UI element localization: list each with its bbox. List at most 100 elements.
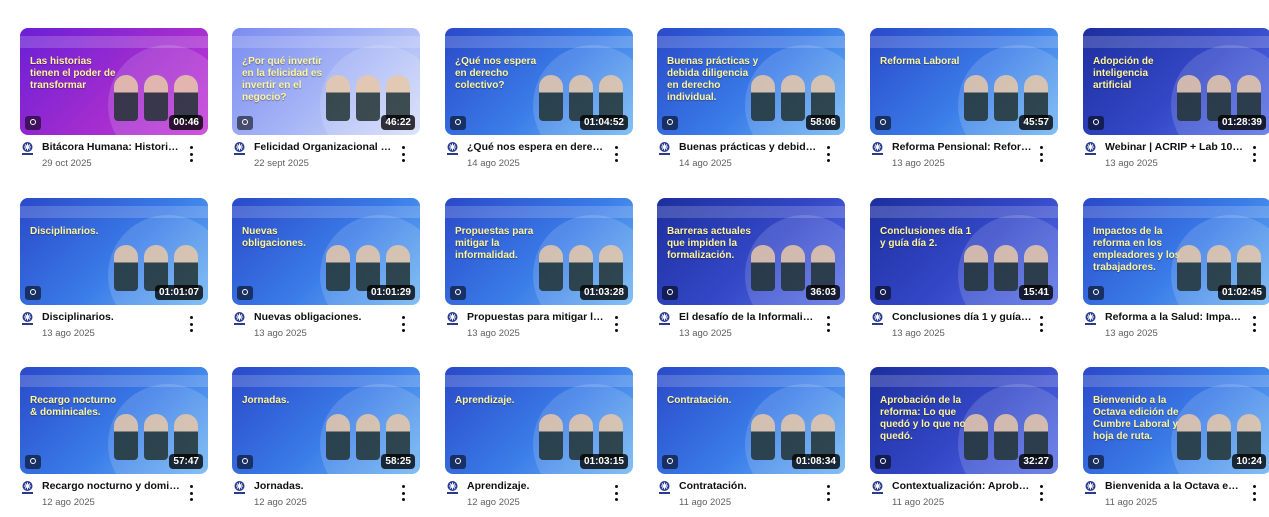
thumbnail-headline: ¿Qué nos espera en derecho colectivo? [455, 56, 537, 91]
channel-logo-icon[interactable] [870, 311, 885, 326]
more-options-icon[interactable] [186, 146, 196, 162]
video-title[interactable]: Nuevas obligaciones. [254, 311, 394, 324]
video-thumbnail[interactable]: Jornadas. 58:25 [232, 367, 420, 474]
video-card[interactable]: Aprobación de la reforma: Lo que quedó y… [870, 367, 1058, 517]
more-dot [826, 322, 830, 326]
video-card[interactable]: Recargo nocturno & dominicales. 57:47 Reca… [20, 367, 208, 517]
video-thumbnail[interactable]: Contratación. 01:08:34 [657, 367, 845, 474]
video-card[interactable]: Aprendizaje. 01:03:15 Aprendizaje. 12 ago 2… [445, 367, 633, 517]
video-thumbnail[interactable]: Buenas prácticas y debida diligencia en … [657, 28, 845, 135]
video-title[interactable]: Contextualización: Aproba... [892, 480, 1032, 493]
channel-logo-icon[interactable] [232, 141, 247, 156]
video-card[interactable]: ¿Qué nos espera en derecho colectivo? 01:… [445, 28, 633, 178]
more-options-icon[interactable] [1249, 146, 1259, 162]
video-card[interactable]: Conclusiones día 1 y guía día 2. 15:41 Con… [870, 198, 1058, 348]
video-card[interactable]: Bienvenido a la Octava edición de Cumbre… [1083, 367, 1269, 517]
video-title[interactable]: Bienvenida a la Octava edi... [1105, 480, 1245, 493]
channel-logo-icon[interactable] [20, 480, 35, 495]
channel-logo-icon[interactable] [657, 141, 672, 156]
video-thumbnail[interactable]: Impactos de la reforma en los empleadore… [1083, 198, 1269, 305]
more-options-icon[interactable] [823, 316, 833, 332]
video-card[interactable]: Propuestas para mitigar la informalidad.… [445, 198, 633, 348]
video-card[interactable]: Contratación. 01:08:34 Contratación. 11 ago… [657, 367, 845, 517]
video-title[interactable]: Felicidad Organizacional 2... [254, 141, 394, 154]
speaker-figure [781, 75, 805, 121]
more-options-icon[interactable] [1036, 485, 1046, 501]
video-title[interactable]: Disciplinarios. [42, 311, 182, 324]
more-dot [1039, 491, 1043, 495]
video-thumbnail[interactable]: Aprendizaje. 01:03:15 [445, 367, 633, 474]
video-thumbnail[interactable]: Conclusiones día 1 y guía día 2. 15:41 [870, 198, 1058, 305]
more-options-icon[interactable] [398, 316, 408, 332]
video-card[interactable]: ¿Por qué invertir en la felicidad es inv… [232, 28, 420, 178]
video-thumbnail[interactable]: Disciplinarios. 01:01:07 [20, 198, 208, 305]
more-options-icon[interactable] [186, 485, 196, 501]
video-thumbnail[interactable]: Recargo nocturno & dominicales. 57:47 [20, 367, 208, 474]
video-title[interactable]: Recargo nocturno y domini... [42, 480, 182, 493]
more-options-icon[interactable] [823, 146, 833, 162]
more-options-icon[interactable] [1249, 485, 1259, 501]
speaker-figure [964, 75, 988, 121]
video-thumbnail[interactable]: Bienvenido a la Octava edición de Cumbre… [1083, 367, 1269, 474]
more-options-icon[interactable] [1036, 146, 1046, 162]
channel-logo-icon[interactable] [1083, 480, 1098, 495]
more-options-icon[interactable] [1249, 316, 1259, 332]
channel-logo-icon[interactable] [657, 480, 672, 495]
channel-logo-icon[interactable] [445, 480, 460, 495]
duration-badge: 57:47 [169, 454, 203, 469]
more-options-icon[interactable] [398, 485, 408, 501]
channel-logo-icon[interactable] [1083, 311, 1098, 326]
video-card[interactable]: Adopción de inteligencia artificial 01:28… [1083, 28, 1269, 178]
video-title[interactable]: Bitácora Humana: Historias... [42, 141, 182, 154]
more-options-icon[interactable] [1036, 316, 1046, 332]
video-thumbnail[interactable]: Aprobación de la reforma: Lo que quedó y… [870, 367, 1058, 474]
more-options-icon[interactable] [398, 146, 408, 162]
video-thumbnail[interactable]: Propuestas para mitigar la informalidad.… [445, 198, 633, 305]
video-thumbnail[interactable]: ¿Por qué invertir en la felicidad es inv… [232, 28, 420, 135]
channel-logo-icon[interactable] [657, 311, 672, 326]
video-card[interactable]: Buenas prácticas y debida diligencia en … [657, 28, 845, 178]
video-title[interactable]: ¿Qué nos espera en derech... [467, 141, 607, 154]
channel-logo-icon[interactable] [870, 480, 885, 495]
video-date: 14 ago 2025 [467, 158, 520, 169]
video-title[interactable]: Aprendizaje. [467, 480, 607, 493]
video-date: 22 sept 2025 [254, 158, 309, 169]
channel-logo-icon[interactable] [1083, 141, 1098, 156]
video-title[interactable]: Reforma a la Salud: Impact... [1105, 311, 1245, 324]
video-thumbnail[interactable]: ¿Qué nos espera en derecho colectivo? 01:… [445, 28, 633, 135]
more-options-icon[interactable] [823, 485, 833, 501]
video-thumbnail[interactable]: Adopción de inteligencia artificial 01:28… [1083, 28, 1269, 135]
video-title[interactable]: Conclusiones día 1 y guía dí... [892, 311, 1032, 324]
video-title[interactable]: El desafío de la Informalida... [679, 311, 819, 324]
video-card[interactable]: Las historias tienen el poder de transfo… [20, 28, 208, 178]
channel-logo-icon[interactable] [870, 141, 885, 156]
video-card[interactable]: Jornadas. 58:25 Jornadas. 12 ago 2025 [232, 367, 420, 517]
more-dot [401, 152, 405, 156]
video-thumbnail[interactable]: Reforma Laboral 45:57 [870, 28, 1058, 135]
more-options-icon[interactable] [611, 146, 621, 162]
more-options-icon[interactable] [186, 316, 196, 332]
channel-logo-icon[interactable] [445, 141, 460, 156]
video-thumbnail[interactable]: Barreras actuales que impiden la formali… [657, 198, 845, 305]
video-thumbnail[interactable]: Nuevas obligaciones. 01:01:29 [232, 198, 420, 305]
channel-logo-icon[interactable] [232, 480, 247, 495]
channel-logo-icon[interactable] [20, 141, 35, 156]
video-thumbnail[interactable]: Las historias tienen el poder de transfo… [20, 28, 208, 135]
video-card[interactable]: Barreras actuales que impiden la formali… [657, 198, 845, 348]
video-title[interactable]: Buenas prácticas y debida ... [679, 141, 819, 154]
video-card[interactable]: Impactos de la reforma en los empleadore… [1083, 198, 1269, 348]
video-title[interactable]: Jornadas. [254, 480, 394, 493]
channel-logo-icon[interactable] [232, 311, 247, 326]
channel-logo-icon[interactable] [20, 311, 35, 326]
video-date: 13 ago 2025 [892, 328, 945, 339]
more-options-icon[interactable] [611, 485, 621, 501]
video-title[interactable]: Contratación. [679, 480, 819, 493]
video-card[interactable]: Disciplinarios. 01:01:07 Disciplinarios. 13… [20, 198, 208, 348]
video-title[interactable]: Webinar | ACRIP + Lab 10: ... [1105, 141, 1245, 154]
video-card[interactable]: Reforma Laboral 45:57 Reforma Pensional: R… [870, 28, 1058, 178]
video-title[interactable]: Reforma Pensional: Reform... [892, 141, 1032, 154]
video-card[interactable]: Nuevas obligaciones. 01:01:29 Nuevas oblig… [232, 198, 420, 348]
video-title[interactable]: Propuestas para mitigar la i... [467, 311, 607, 324]
channel-logo-icon[interactable] [445, 311, 460, 326]
more-options-icon[interactable] [611, 316, 621, 332]
